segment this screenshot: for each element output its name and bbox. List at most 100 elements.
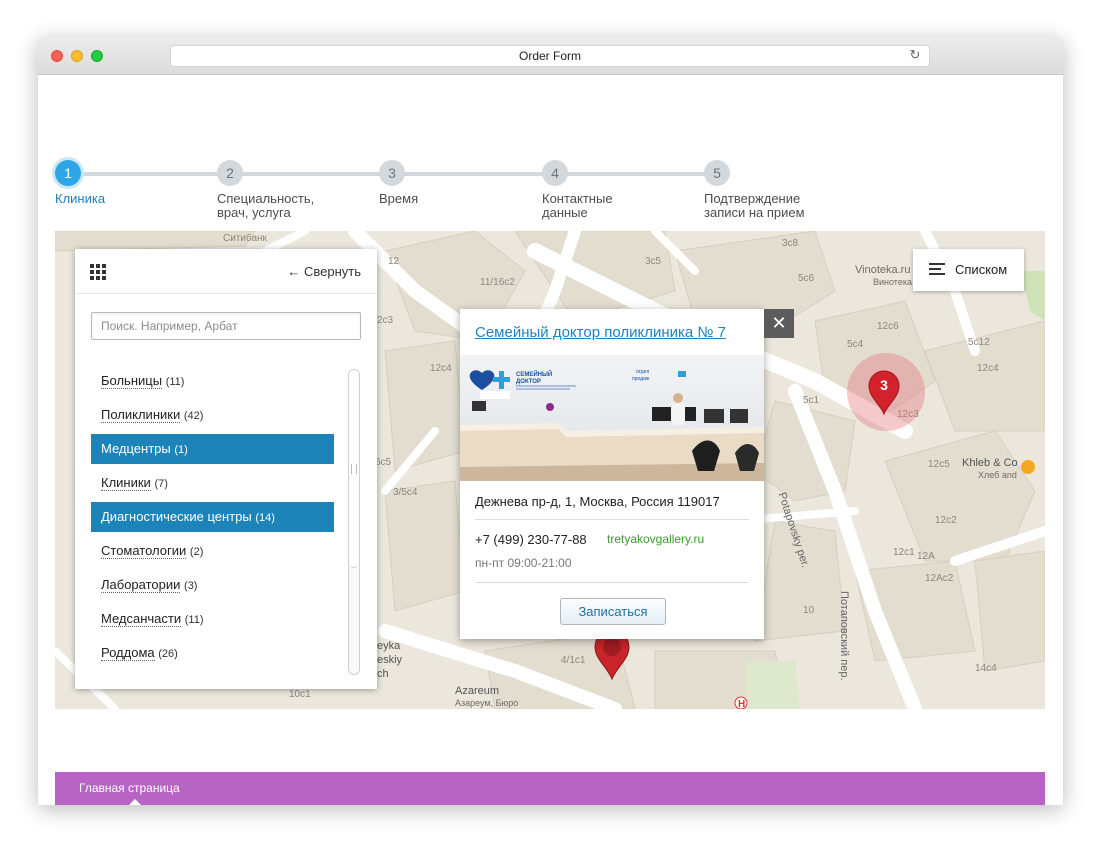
- step-number: 2: [217, 160, 243, 186]
- category-count: (2): [189, 546, 204, 558]
- step-label: Подтверждение записи на прием: [704, 191, 805, 220]
- map-label: 14c4: [975, 663, 997, 674]
- category-name: Стоматологии: [101, 543, 187, 559]
- map-label: 3/5c4: [393, 487, 418, 498]
- category-item[interactable]: Стоматологии (2): [91, 536, 334, 566]
- svg-text:H: H: [738, 699, 745, 709]
- map-label: 2c3: [377, 315, 394, 326]
- map-label: 5c5: [375, 457, 392, 468]
- category-name: Лаборатории: [101, 577, 181, 593]
- map-label: 12c2: [935, 515, 957, 526]
- photo-sign-text: отдел: [636, 369, 649, 375]
- map-label: Азареум, Бюро: [455, 698, 519, 708]
- category-item-selected[interactable]: Медцентры (1): [91, 434, 334, 464]
- reload-icon[interactable]: ↻: [908, 48, 922, 62]
- clinic-photo-illustration: СЕМЕЙНЫЙ ДОКТОР отдел продаж: [460, 355, 764, 481]
- photo-sign-text: ДОКТОР: [516, 379, 541, 385]
- map-label: 5c4: [847, 339, 864, 350]
- step-number: 4: [542, 160, 568, 186]
- category-item[interactable]: Больницы (11): [91, 366, 334, 396]
- map-label: eyka: [377, 640, 401, 652]
- caret-up-icon: [129, 799, 141, 805]
- category-name: Больницы: [101, 373, 163, 389]
- minimize-window-button[interactable]: [71, 50, 83, 62]
- book-appointment-button[interactable]: Записаться: [560, 598, 666, 625]
- maximize-window-button[interactable]: [91, 50, 103, 62]
- map-label: Azareum: [455, 685, 500, 697]
- category-count: (42): [183, 410, 204, 422]
- map-label: Винотека: [873, 277, 912, 287]
- category-name: Поликлиники: [101, 407, 181, 423]
- map-label: 12A: [917, 551, 935, 562]
- clinic-filter-panel: ← Свернуть Больницы (11) Поликлиники (42…: [75, 249, 377, 689]
- clinic-name-link[interactable]: Семейный доктор поликлиника № 7: [475, 324, 726, 341]
- address-bar[interactable]: Order Form ↻: [170, 45, 930, 67]
- map-label: 12Ac2: [925, 573, 954, 584]
- category-item[interactable]: Роддома (26): [91, 638, 334, 668]
- collapse-button[interactable]: ← Свернуть: [287, 264, 361, 279]
- map-label: 12c1: [893, 547, 915, 558]
- street-label: Потаповский пер.: [838, 591, 850, 681]
- panel-header: ← Свернуть: [75, 249, 377, 294]
- home-link[interactable]: Главная страница: [79, 781, 180, 795]
- list-view-button[interactable]: Списком: [913, 249, 1024, 291]
- clinic-photo: СЕМЕЙНЫЙ ДОКТОР отдел продаж: [460, 355, 764, 481]
- category-count: (11): [165, 376, 185, 388]
- grid-icon[interactable]: [90, 264, 106, 280]
- clinic-popup: Семейный доктор поликлиника № 7 ✕ СЕМЕЙН…: [460, 309, 794, 639]
- step-3[interactable]: 3 Время: [379, 160, 418, 206]
- panel-scrollbar[interactable]: [348, 369, 360, 675]
- category-list: Больницы (11) Поликлиники (42) Медцентры…: [91, 366, 334, 672]
- category-count: (1): [174, 444, 188, 456]
- map-label: 10: [803, 605, 815, 616]
- step-label: Специальность, врач, услуга: [217, 191, 315, 220]
- page-content: 1 Клиника 2 Специальность, врач, услуга …: [38, 75, 1063, 805]
- map-label: 11/16c2: [480, 277, 515, 288]
- page-title: Order Form: [518, 49, 581, 63]
- category-item-selected[interactable]: Диагностические центры (14): [91, 502, 334, 532]
- list-icon: [929, 263, 945, 276]
- map-label: 12c5: [928, 459, 950, 470]
- step-1[interactable]: 1 Клиника: [55, 160, 105, 206]
- category-name: Медцентры: [101, 441, 171, 456]
- category-item[interactable]: Лаборатории (3): [91, 570, 334, 600]
- map-label: 3c5: [645, 256, 662, 267]
- step-5[interactable]: 5 Подтверждение записи на прием: [704, 160, 805, 220]
- footer-bar: Главная страница: [55, 772, 1045, 805]
- map-label: 10c1: [289, 689, 311, 700]
- scrollbar-thumb[interactable]: [349, 370, 359, 568]
- photo-sign-text: СЕМЕЙНЫЙ: [516, 370, 552, 378]
- map-label: eskiy: [377, 654, 403, 666]
- close-window-button[interactable]: [51, 50, 63, 62]
- map-label: 3c8: [782, 238, 799, 249]
- search-input[interactable]: [91, 312, 361, 340]
- browser-window: Order Form ↻ 1 Клиника 2 Специальность, …: [38, 37, 1063, 805]
- category-count: (7): [154, 478, 168, 490]
- clinic-hours: пн-пт 09:00-21:00: [475, 556, 572, 570]
- map[interactable]: H Ситибанк 12 11/16c2 3c5 3c8 5c6 5c4 12…: [55, 231, 1045, 709]
- step-4[interactable]: 4 Контактные данные: [542, 160, 613, 220]
- map-label: Ситибанк: [223, 233, 267, 244]
- map-label: Khleb & Co: [962, 457, 1018, 469]
- map-label: 4/1c1: [561, 655, 586, 666]
- map-label: 12c4: [430, 363, 452, 374]
- divider: [475, 582, 749, 583]
- category-item[interactable]: Поликлиники (42): [91, 400, 334, 430]
- step-label: Клиника: [55, 191, 106, 206]
- clinic-website-link[interactable]: tretyakovgallery.ru: [607, 532, 704, 546]
- category-item[interactable]: Клиники (7): [91, 468, 334, 498]
- cluster-count: 3: [880, 377, 888, 393]
- map-cluster[interactable]: 3: [847, 353, 925, 431]
- step-2[interactable]: 2 Специальность, врач, услуга: [217, 160, 314, 220]
- category-item[interactable]: Медсанчасти (11): [91, 604, 334, 634]
- close-icon[interactable]: ✕: [764, 309, 794, 338]
- clinic-address: Дежнева пр-д, 1, Москва, Россия 119017: [475, 494, 720, 509]
- category-name: Роддома: [101, 645, 155, 661]
- clinic-phone: +7 (499) 230-77-88: [475, 532, 587, 547]
- title-bar: Order Form ↻: [38, 37, 1063, 75]
- step-number: 3: [379, 160, 405, 186]
- map-label: 5c6: [798, 273, 815, 284]
- step-label: Контактные данные: [542, 191, 613, 220]
- step-progress: 1 Клиника 2 Специальность, врач, услуга …: [55, 160, 805, 230]
- category-name: Клиники: [101, 475, 151, 491]
